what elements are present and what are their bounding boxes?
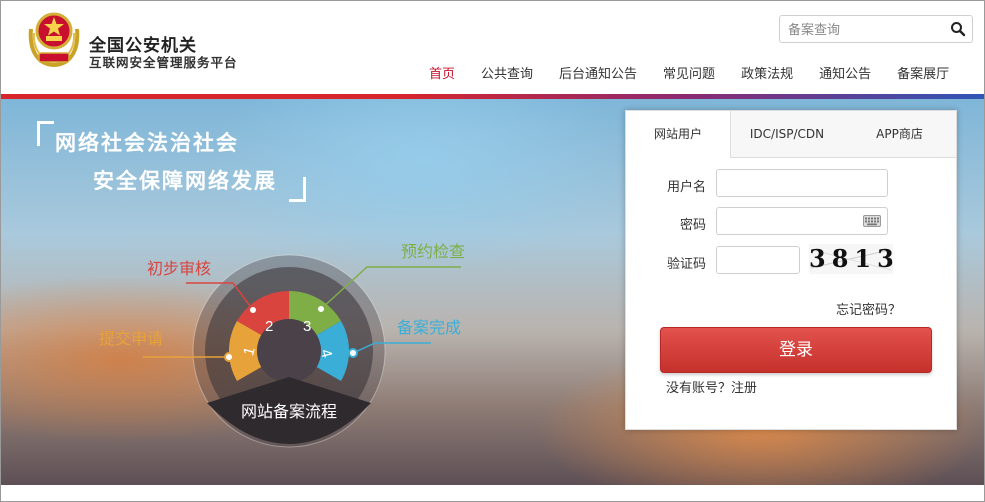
captcha-label: 验证码 [666, 257, 706, 272]
footer-strip [1, 485, 984, 501]
nav-item-notices[interactable]: 通知公告 [819, 63, 871, 83]
username-field-box [716, 169, 888, 197]
login-panel: 网站用户 IDC/ISP/CDN APP商店 用户名 密码 验证码 3813 忘… [625, 110, 957, 430]
tab-idc-isp-cdn[interactable]: IDC/ISP/CDN [731, 111, 843, 157]
flow-number-3: 3 [303, 318, 311, 335]
search-icon[interactable] [950, 21, 966, 37]
nav-item-home[interactable]: 首页 [429, 63, 455, 83]
captcha-code: 3813 [809, 244, 900, 273]
register-link[interactable]: 没有账号？注册 [666, 377, 757, 396]
username-field[interactable] [722, 174, 864, 194]
step-label-review: 初步审核 [147, 259, 211, 278]
step-label-inspection: 预约检查 [401, 242, 465, 261]
forgot-password-link[interactable]: 忘记密码？ [836, 299, 901, 318]
captcha-field-box [716, 246, 800, 274]
login-tabs: 网站用户 IDC/ISP/CDN APP商店 [626, 111, 956, 158]
police-emblem-icon [28, 12, 80, 67]
nav-item-faq[interactable]: 常见问题 [663, 63, 715, 83]
page-frame: 全国公安机关 互联网安全管理服务平台 首页 公共查询 后台通知公告 常见问题 政… [0, 0, 985, 502]
password-field[interactable] [722, 212, 864, 232]
search-box [779, 15, 973, 43]
captcha-image[interactable]: 3813 [809, 244, 900, 274]
connector-dot-3 [316, 304, 326, 314]
tab-app-store[interactable]: APP商店 [843, 111, 956, 157]
main-nav: 首页 公共查询 后台通知公告 常见问题 政策法规 通知公告 备案展厅 [429, 63, 975, 83]
tab-website-user[interactable]: 网站用户 [626, 111, 731, 158]
search-input[interactable] [786, 19, 950, 41]
step-label-submit: 提交申请 [99, 329, 163, 348]
password-label: 密码 [679, 218, 706, 233]
connector-dot-4 [348, 348, 358, 358]
step-label-complete: 备案完成 [397, 318, 461, 337]
flow-title: 网站备案流程 [241, 402, 337, 421]
nav-item-backend-notices[interactable]: 后台通知公告 [559, 63, 637, 83]
nav-item-showcase[interactable]: 备案展厅 [897, 63, 949, 83]
site-subtitle: 互联网安全管理服务平台 [89, 55, 238, 70]
nav-item-policies[interactable]: 政策法规 [741, 63, 793, 83]
password-field-box [716, 207, 888, 235]
keyboard-icon[interactable] [863, 215, 881, 227]
nav-item-public-query[interactable]: 公共查询 [481, 63, 533, 83]
filing-flow-diagram: 1 2 3 4 网站备案流程 提交申请 初步审核 预约检查 备案完成 [99, 242, 465, 448]
flow-number-2: 2 [265, 318, 273, 335]
connector-dot-1 [224, 352, 234, 362]
login-button[interactable]: 登录 [660, 327, 932, 373]
captcha-field[interactable] [722, 251, 796, 271]
username-label: 用户名 [666, 180, 706, 195]
site-header: 全国公安机关 互联网安全管理服务平台 首页 公共查询 后台通知公告 常见问题 政… [1, 1, 984, 95]
connector-dot-2 [248, 305, 258, 315]
